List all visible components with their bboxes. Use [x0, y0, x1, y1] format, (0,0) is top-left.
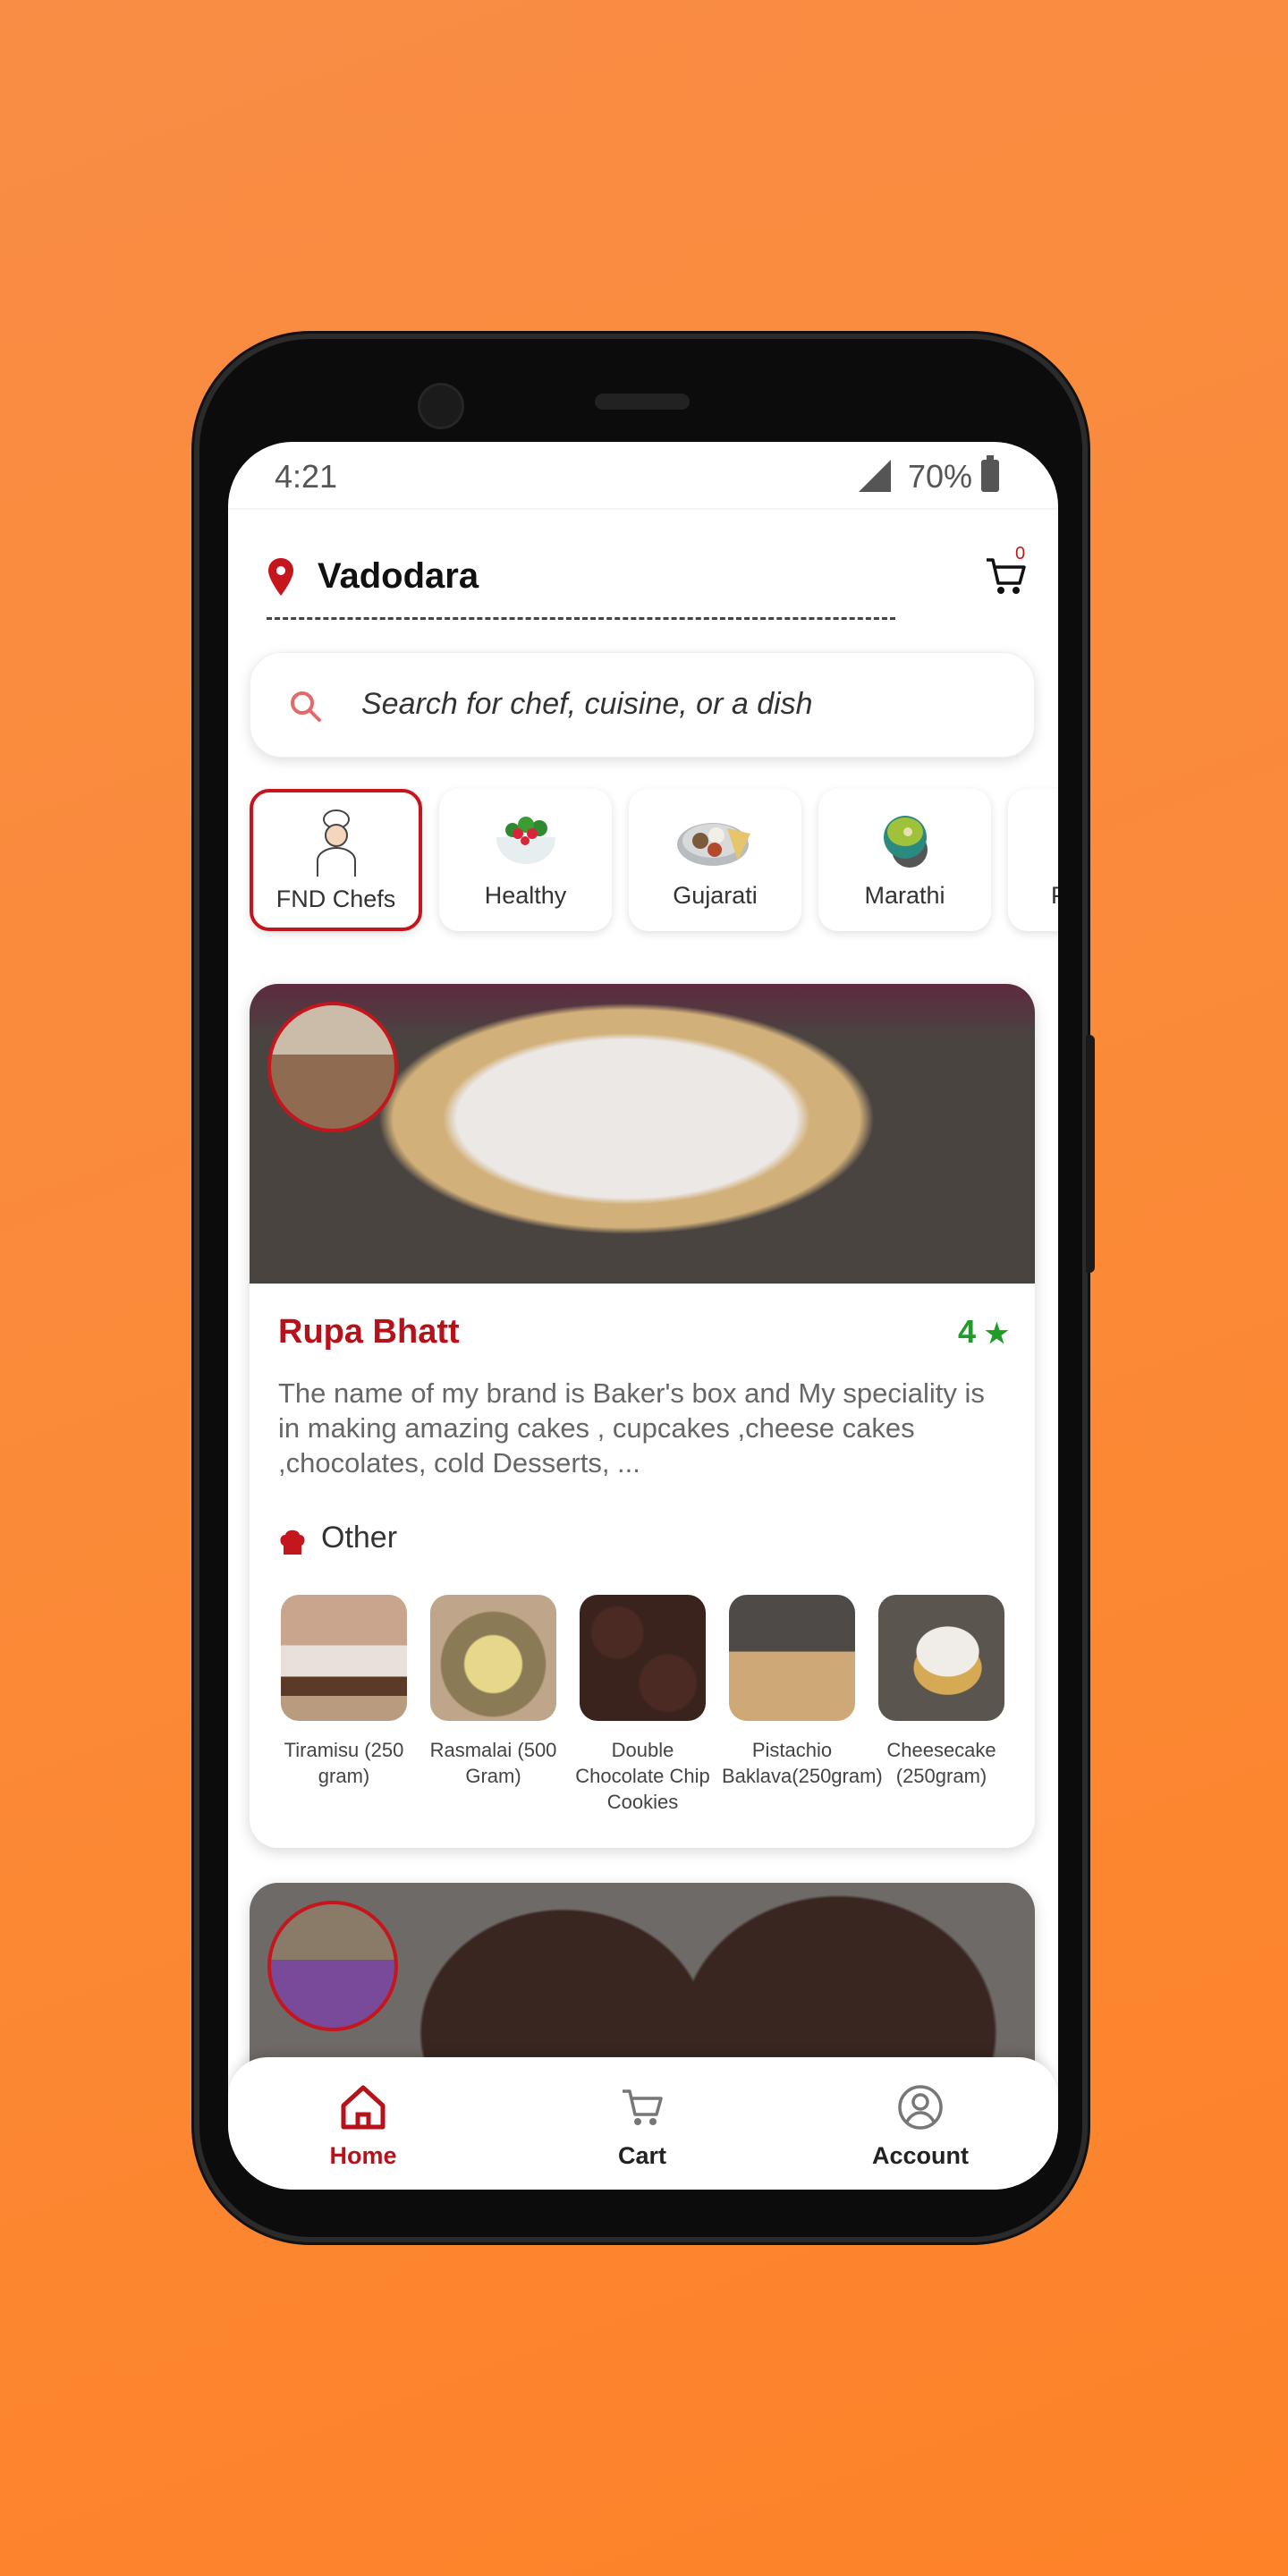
chef-avatar	[267, 1901, 398, 2031]
battery-percent: 70%	[908, 458, 973, 495]
dish-item[interactable]: Tiramisu (250 gram)	[281, 1595, 407, 1789]
home-icon	[341, 2085, 386, 2130]
dish-image	[430, 1595, 556, 1721]
phone-side-button	[1086, 1035, 1095, 1273]
category-gujarati[interactable]: Gujarati	[629, 789, 801, 931]
dish-name: Cheesecake (250gram)	[886, 1739, 996, 1787]
dish-name: Rasmalai (500 Gram)	[429, 1739, 557, 1787]
dish-item[interactable]: Rasmalai (500 Gram)	[430, 1595, 556, 1789]
salad-icon	[496, 817, 555, 864]
dish-item[interactable]: Double Chocolate Chip Cookies	[575, 1595, 710, 1815]
location-pin-icon	[268, 558, 293, 596]
dish-image	[878, 1595, 1004, 1721]
cart-count-badge: 0	[1015, 544, 1026, 564]
dish-item[interactable]: Cheesecake (250gram)	[878, 1595, 1004, 1789]
dish-image	[729, 1595, 855, 1721]
dish-image	[580, 1595, 706, 1721]
nav-home[interactable]: Home	[283, 2082, 444, 2170]
category-fnd-chefs[interactable]: FND Chefs	[250, 789, 422, 931]
front-camera	[418, 383, 464, 429]
category-marathi[interactable]: Marathi	[818, 789, 991, 931]
chef-icon	[316, 809, 356, 877]
battery-icon	[981, 455, 999, 492]
dish-image	[281, 1595, 407, 1721]
search-input[interactable]: Search for chef, cuisine, or a dish	[250, 652, 1035, 758]
chef-name[interactable]: Rupa Bhatt	[278, 1313, 460, 1352]
category-label: Marathi	[864, 882, 945, 909]
chef-avatar	[267, 1002, 398, 1132]
nav-account[interactable]: Account	[840, 2082, 1001, 2170]
chef-card[interactable]: Rupa Bhatt 4 ★ The name of my brand is B…	[250, 984, 1035, 1848]
chef-description: The name of my brand is Baker's box and …	[278, 1377, 985, 1479]
search-placeholder: Search for chef, cuisine, or a dish	[361, 687, 813, 721]
location-city[interactable]: Vadodara	[318, 556, 479, 597]
cuisine-label: Other	[321, 1521, 398, 1555]
status-bar: 4:21 70%	[228, 442, 1058, 510]
category-label: FND Chefs	[275, 886, 396, 912]
thali-icon	[676, 823, 750, 866]
category-partial[interactable]: P	[1008, 789, 1058, 931]
app-screen: 4:21 70% Vadodara 0 Search for chef, cui…	[228, 442, 1058, 2190]
curry-bowl-icon	[883, 816, 928, 868]
category-label: Gujarati	[673, 882, 758, 909]
search-icon	[291, 691, 321, 722]
location-underline	[267, 617, 895, 620]
chef-hat-icon	[280, 1530, 305, 1555]
dish-item[interactable]: Pistachio Baklava(250gram)	[722, 1595, 883, 1789]
account-icon	[898, 2085, 943, 2130]
bottom-nav: Home Cart Account	[228, 2057, 1058, 2190]
nav-cart[interactable]: Cart	[562, 2082, 723, 2170]
nav-label: Cart	[617, 2142, 666, 2169]
category-healthy[interactable]: Healthy	[439, 789, 612, 931]
nav-label: Home	[329, 2142, 397, 2169]
nav-label: Account	[872, 2142, 969, 2169]
dish-name: Double Chocolate Chip Cookies	[575, 1739, 710, 1813]
category-label: Healthy	[484, 882, 567, 909]
dish-name: Pistachio Baklava(250gram)	[722, 1739, 883, 1787]
star-icon: ★	[985, 1319, 1009, 1349]
dish-name: Tiramisu (250 gram)	[284, 1739, 404, 1787]
signal-icon	[859, 460, 891, 492]
chef-rating: 4 ★	[958, 1313, 1009, 1351]
status-time: 4:21	[275, 458, 338, 495]
rating-value: 4	[958, 1313, 977, 1350]
earpiece	[595, 394, 690, 410]
category-label: P	[1008, 882, 1058, 910]
cart-icon	[623, 2089, 663, 2125]
